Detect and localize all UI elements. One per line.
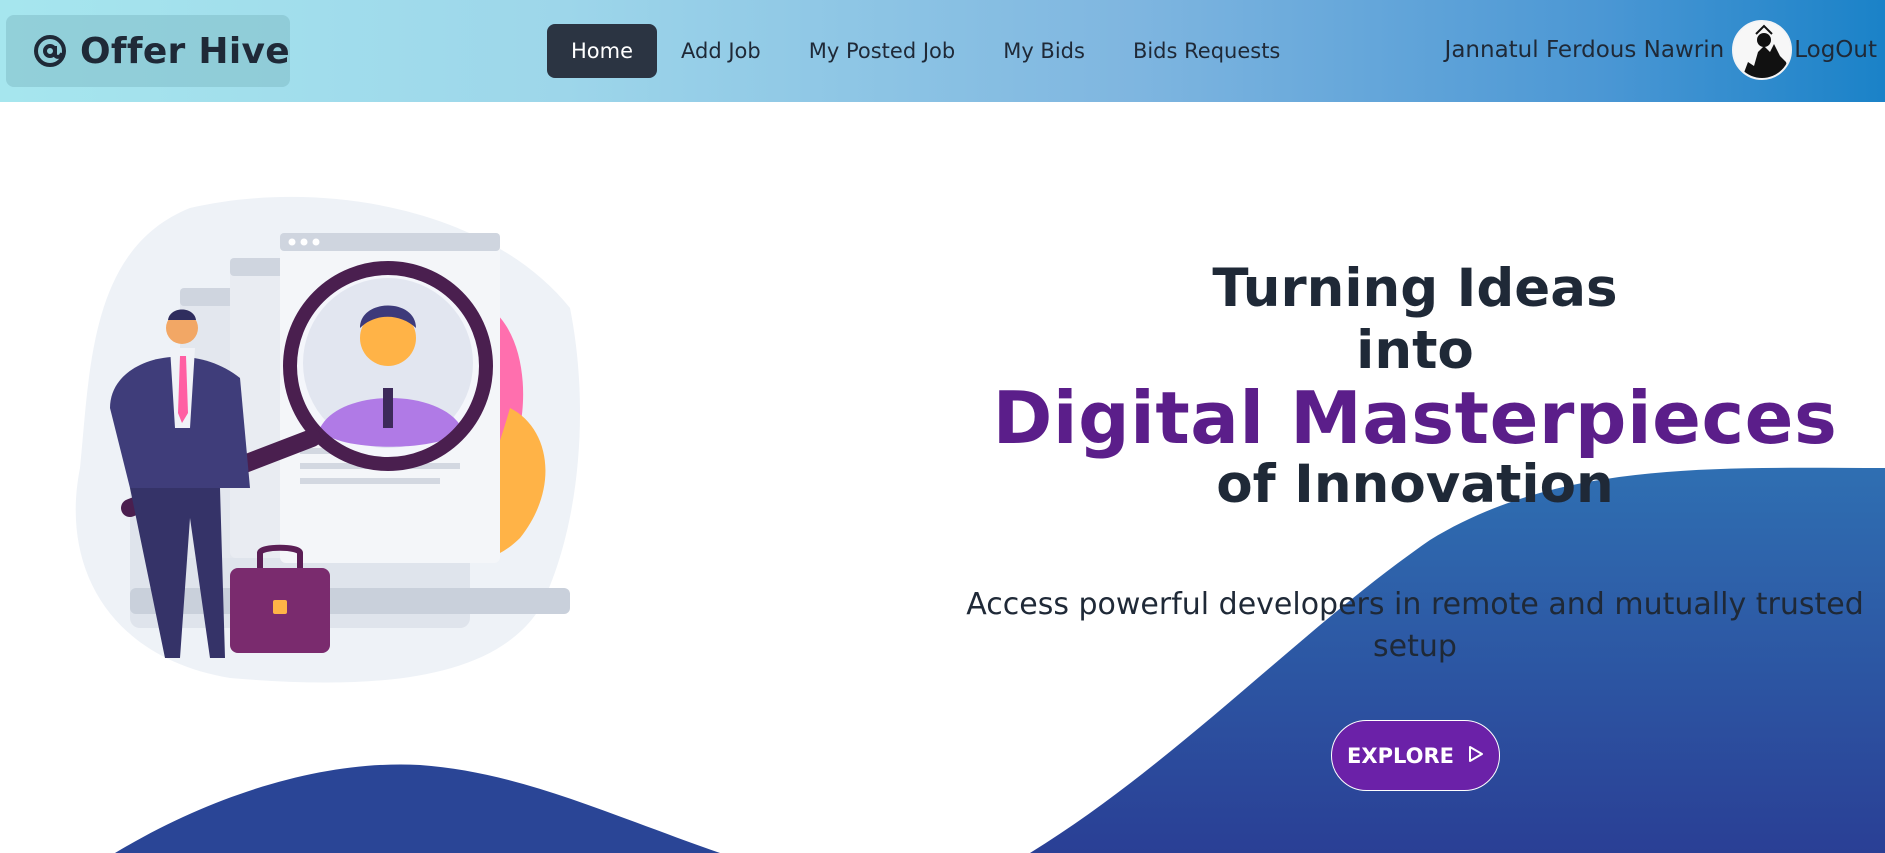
nav-my-bids[interactable]: My Bids: [979, 24, 1109, 78]
nav-links: Home Add Job My Posted Job My Bids Bids …: [547, 24, 1304, 78]
play-outline-icon: [1468, 744, 1484, 768]
hero-illustration: [75, 196, 580, 683]
brand-logo[interactable]: Offer Hive: [6, 15, 290, 87]
headline-accent: Digital Masterpieces: [992, 376, 1838, 460]
at-sign-icon: [30, 31, 70, 71]
headline-line-3: of Innovation: [1216, 454, 1614, 515]
user-name: Jannatul Ferdous Nawrin: [1444, 37, 1725, 63]
explore-button-label: EXPLORE: [1347, 743, 1454, 768]
headline-line-2: into: [1356, 320, 1474, 381]
nav-bids-requests[interactable]: Bids Requests: [1109, 24, 1304, 78]
nav-my-posted-job[interactable]: My Posted Job: [785, 24, 979, 78]
hero-text-block: Turning Ideas into Digital Masterpieces …: [950, 258, 1880, 668]
explore-button[interactable]: EXPLORE: [1331, 720, 1500, 791]
hero-subtext: Access powerful developers in remote and…: [966, 587, 1864, 664]
user-area: Jannatul Ferdous Nawrin LogOut: [1445, 20, 1877, 80]
top-navbar: Offer Hive Home Add Job My Posted Job My…: [0, 0, 1885, 102]
nav-home[interactable]: Home: [547, 24, 658, 78]
logout-button[interactable]: LogOut: [1794, 37, 1877, 63]
headline-line-1: Turning Ideas: [1212, 258, 1618, 319]
brand-name: Offer Hive: [80, 30, 290, 72]
avatar[interactable]: [1732, 20, 1793, 80]
nav-add-job[interactable]: Add Job: [657, 24, 785, 78]
